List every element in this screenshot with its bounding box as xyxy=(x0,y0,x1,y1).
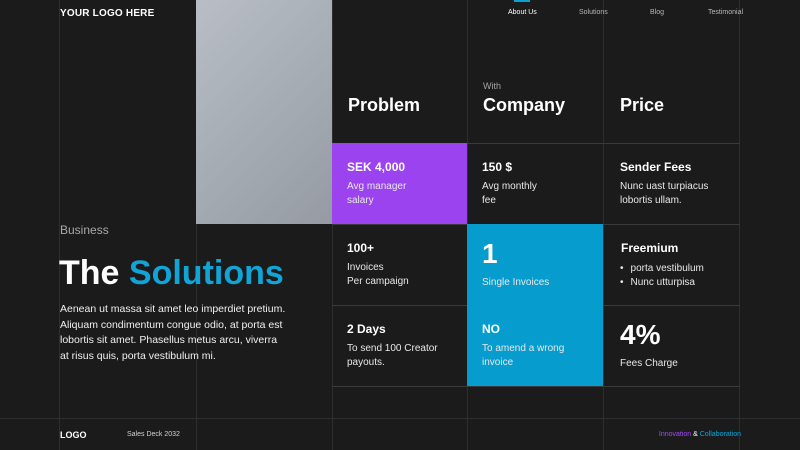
cell-desc: Fees Charge xyxy=(620,358,678,369)
cell-desc: To send 100 Creator payouts. xyxy=(347,343,438,368)
cell-price-freemium: Freemium porta vestibulum Nunc utturpisa xyxy=(603,224,739,305)
hero-image xyxy=(196,0,332,224)
cell-big-value: 4% xyxy=(620,319,661,350)
cell-company-no-amend: NO To amend a wrong invoice xyxy=(467,305,603,386)
cell-price-fee-charge: 4% Fees Charge xyxy=(603,305,739,386)
cell-desc: Invoices Per campaign xyxy=(347,262,409,287)
cell-desc: Single Invoices xyxy=(482,277,550,288)
cell-title: Sender Fees xyxy=(620,160,692,174)
hero-title-accent: Solutions xyxy=(128,254,284,292)
footer-tag-collaboration: Collaboration xyxy=(699,431,741,438)
nav-active-indicator xyxy=(514,0,530,2)
cell-title: 100+ xyxy=(347,241,375,255)
cell-big-value: 1 xyxy=(482,238,498,269)
header-logo[interactable]: YOUR LOGO HERE xyxy=(60,8,154,19)
column-title-company: Company xyxy=(483,95,566,115)
nav-blog[interactable]: Blog xyxy=(650,9,664,16)
nav-solutions[interactable]: Solutions xyxy=(579,9,608,16)
cell-title: SEK 4,000 xyxy=(347,160,406,174)
column-title-price: Price xyxy=(620,95,665,115)
cell-company-fee: 150 $ Avg monthly fee xyxy=(467,143,603,224)
nav-about-us[interactable]: About Us xyxy=(508,9,537,16)
cell-title: Freemium xyxy=(621,241,679,255)
cell-title: 150 $ xyxy=(482,160,513,174)
cell-company-single-invoice: 1 Single Invoices xyxy=(467,224,603,305)
cell-desc: To amend a wrong invoice xyxy=(482,343,565,368)
hero-kicker: Business xyxy=(60,223,109,237)
cell-price-sender-fees: Sender Fees Nunc uast turpiacus lobortis… xyxy=(603,143,739,224)
cell-bullet-list: porta vestibulum Nunc utturpisa xyxy=(620,262,704,290)
cell-title: 2 Days xyxy=(347,322,386,336)
footer-tagline: Innovation & Collaboration xyxy=(659,431,741,438)
table-divider xyxy=(332,386,740,387)
nav-testimonial[interactable]: Testimonial xyxy=(708,9,743,16)
cell-title: NO xyxy=(482,322,500,336)
footer-deck-label: Sales Deck 2032 xyxy=(127,431,180,438)
hero-title: The Solutions xyxy=(59,253,284,293)
column-title-problem: Problem xyxy=(348,95,421,115)
footer-divider xyxy=(0,418,800,419)
footer-logo[interactable]: LOGO xyxy=(60,430,87,440)
footer-tag-innovation: Innovation xyxy=(658,431,692,438)
grid-line xyxy=(739,0,740,450)
cell-problem-days: 2 Days To send 100 Creator payouts. xyxy=(332,305,467,386)
hero-body: Aenean ut massa sit amet leo imperdiet p… xyxy=(60,303,286,362)
cell-desc: Avg manager salary xyxy=(347,181,407,206)
hero-title-word: The xyxy=(59,254,120,292)
list-item: porta vestibulum xyxy=(620,262,704,276)
cell-desc: Avg monthly fee xyxy=(482,181,537,206)
cell-desc: Nunc uast turpiacus lobortis ullam. xyxy=(620,181,709,206)
footer-tag-amp: & xyxy=(691,431,700,438)
cell-problem-salary: SEK 4,000 Avg manager salary xyxy=(332,143,467,224)
cell-problem-invoices: 100+ Invoices Per campaign xyxy=(332,224,467,305)
column-subtitle-company: With xyxy=(483,81,501,91)
list-item: Nunc utturpisa xyxy=(620,276,704,290)
